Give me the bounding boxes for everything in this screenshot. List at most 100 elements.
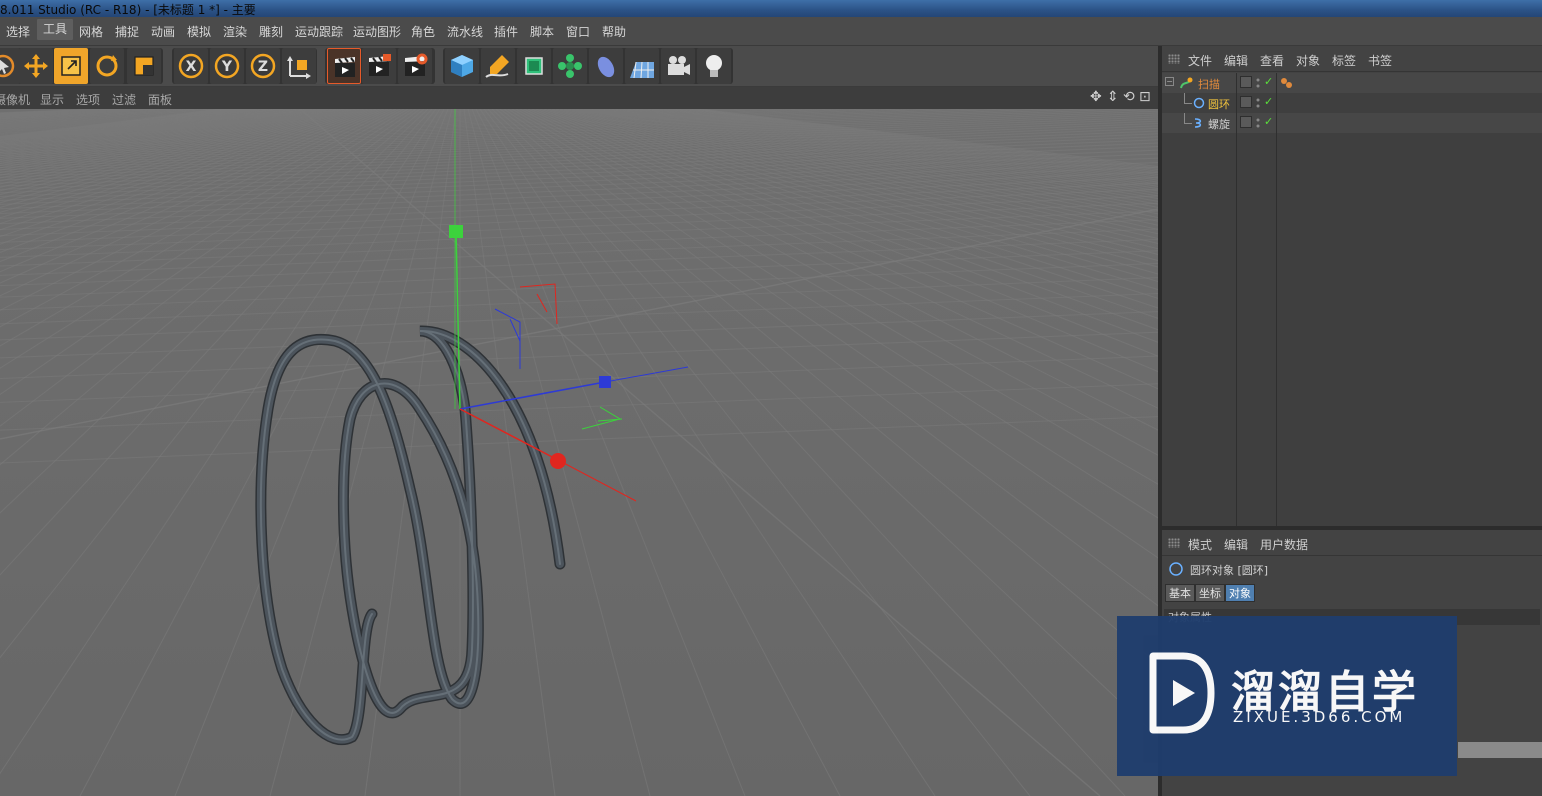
rotate-view-icon[interactable]: ⟲ <box>1123 89 1135 105</box>
editor-render-dots-icon[interactable] <box>1256 117 1260 129</box>
am-menu-edit[interactable]: 编辑 <box>1224 536 1248 553</box>
visibility-layer-icon[interactable] <box>1240 96 1252 108</box>
menu-window[interactable]: 窗口 <box>566 23 590 40</box>
tree-line <box>1184 103 1192 104</box>
object-row-helix[interactable]: 螺旋 ✓ <box>1162 113 1542 133</box>
object-name-helix[interactable]: 螺旋 <box>1208 116 1230 132</box>
am-menu-mode[interactable]: 模式 <box>1188 536 1212 553</box>
enabled-check-icon[interactable]: ✓ <box>1264 95 1273 108</box>
window-title: 8.011 Studio (RC - R18) - [未标题 1 *] - 主要 <box>0 3 256 17</box>
perspective-viewport[interactable] <box>0 109 1158 796</box>
render-view-button[interactable] <box>327 48 361 84</box>
object-name-circle[interactable]: 圆环 <box>1208 96 1230 112</box>
menu-character[interactable]: 角色 <box>411 23 435 40</box>
select-tool-button[interactable] <box>0 48 20 84</box>
sweep-icon <box>1180 77 1193 89</box>
rotate-circle-icon <box>96 55 118 77</box>
scale-tool-button[interactable] <box>54 48 88 84</box>
menu-pipeline[interactable]: 流水线 <box>447 23 483 40</box>
svg-text:Z: Z <box>258 59 268 75</box>
om-menu-view[interactable]: 查看 <box>1260 52 1284 69</box>
om-menu-edit[interactable]: 编辑 <box>1224 52 1248 69</box>
collapse-toggle-icon[interactable]: − <box>1165 77 1174 86</box>
x-axis-handle[interactable] <box>550 453 566 469</box>
x-axis-button[interactable]: X <box>174 48 208 84</box>
menu-sculpt[interactable]: 雕刻 <box>259 23 283 40</box>
visibility-layer-icon[interactable] <box>1240 76 1252 88</box>
menu-motion-tracker[interactable]: 运动跟踪 <box>295 23 343 40</box>
object-row-circle[interactable]: 圆环 ✓ <box>1162 93 1542 113</box>
am-menu-user-data[interactable]: 用户数据 <box>1260 536 1308 553</box>
menu-help[interactable]: 帮助 <box>602 23 626 40</box>
view-menu-display[interactable]: 显示 <box>40 91 64 108</box>
move-view-icon[interactable]: ✥ <box>1090 89 1102 105</box>
menu-simulate[interactable]: 模拟 <box>187 23 211 40</box>
rotate-tool-button[interactable] <box>90 48 124 84</box>
panel-grip-icon[interactable] <box>1168 538 1180 548</box>
subdivision-surface-button[interactable] <box>517 48 551 84</box>
enabled-check-icon[interactable]: ✓ <box>1264 115 1273 128</box>
menu-script[interactable]: 脚本 <box>530 23 554 40</box>
view-menu-cameras[interactable]: 摄像机 <box>0 91 30 108</box>
menu-plugins[interactable]: 插件 <box>494 23 518 40</box>
dolly-view-icon[interactable]: ⇕ <box>1107 89 1119 105</box>
floor-button[interactable] <box>625 48 659 84</box>
editor-render-dots-icon[interactable] <box>1256 97 1260 109</box>
enabled-check-icon[interactable]: ✓ <box>1264 75 1273 88</box>
scale-tool-2-button[interactable] <box>127 48 161 84</box>
cloner-button[interactable] <box>553 48 587 84</box>
column-separator[interactable] <box>1276 73 1277 526</box>
z-axis-handle[interactable] <box>599 376 611 388</box>
om-menu-tags[interactable]: 标签 <box>1332 52 1356 69</box>
subdivision-cube-icon <box>525 57 543 75</box>
menu-animate[interactable]: 动画 <box>151 23 175 40</box>
bend-deformer-button[interactable] <box>589 48 623 84</box>
object-name-sweep[interactable]: 扫描 <box>1198 76 1220 92</box>
clapperboard-viewer-icon <box>369 54 391 76</box>
object-manager: 文件 编辑 查看 对象 标签 书签 − 扫描 ✓ 圆环 ✓ 螺旋 ✓ <box>1162 46 1542 526</box>
toggle-layout-icon[interactable]: ⊡ <box>1139 89 1151 105</box>
tab-object[interactable]: 对象 <box>1225 584 1255 602</box>
menu-snap[interactable]: 捕捉 <box>115 23 139 40</box>
view-menu-panel[interactable]: 面板 <box>148 91 172 108</box>
om-menu-bookmarks[interactable]: 书签 <box>1368 52 1392 69</box>
tab-coordinates[interactable]: 坐标 <box>1195 584 1225 602</box>
om-menu-file[interactable]: 文件 <box>1188 52 1212 69</box>
y-axis-handle[interactable] <box>449 225 463 238</box>
coordinate-system-icon <box>287 56 311 79</box>
viewport-canvas[interactable] <box>0 109 1158 796</box>
object-manager-menu: 文件 编辑 查看 对象 标签 书签 <box>1162 46 1542 72</box>
world-coordinate-button[interactable] <box>282 48 316 84</box>
column-separator[interactable] <box>1236 73 1237 526</box>
move-tool-button[interactable] <box>19 48 53 84</box>
tree-line <box>1184 123 1192 124</box>
svg-text:X: X <box>186 59 197 75</box>
menu-mesh[interactable]: 网格 <box>79 23 103 40</box>
editor-render-dots-icon[interactable] <box>1256 77 1260 89</box>
light-button[interactable] <box>697 48 731 84</box>
attribute-title: 圆环对象 [圆环] <box>1190 564 1269 577</box>
view-menu-options[interactable]: 选项 <box>76 91 100 108</box>
tab-basic[interactable]: 基本 <box>1165 584 1195 602</box>
phong-tag-icon[interactable] <box>1280 76 1294 90</box>
helix-spline-icon <box>1194 118 1202 128</box>
pen-spline-button[interactable] <box>481 48 515 84</box>
menu-mograph[interactable]: 运动图形 <box>353 23 401 40</box>
menu-select[interactable]: 选择 <box>6 23 30 40</box>
watermark-overlay: 溜溜自学 ZIXUE.3D66.COM <box>1117 616 1457 776</box>
slider-field[interactable] <box>1458 742 1542 758</box>
om-menu-objects[interactable]: 对象 <box>1296 52 1320 69</box>
visibility-layer-icon[interactable] <box>1240 116 1252 128</box>
camera-button[interactable] <box>661 48 695 84</box>
y-axis-button[interactable]: Y <box>210 48 244 84</box>
view-menu-filter[interactable]: 过滤 <box>112 91 136 108</box>
object-row-sweep[interactable]: − 扫描 ✓ <box>1162 73 1542 93</box>
render-settings-button[interactable] <box>398 48 432 84</box>
menu-render[interactable]: 渲染 <box>223 23 247 40</box>
z-axis-button[interactable]: Z <box>246 48 280 84</box>
panel-grip-icon[interactable] <box>1168 54 1180 64</box>
render-picture-viewer-button[interactable] <box>362 48 396 84</box>
tree-line <box>1184 113 1185 123</box>
cube-button[interactable] <box>445 48 479 84</box>
menu-tools[interactable]: 工具 <box>37 19 74 40</box>
